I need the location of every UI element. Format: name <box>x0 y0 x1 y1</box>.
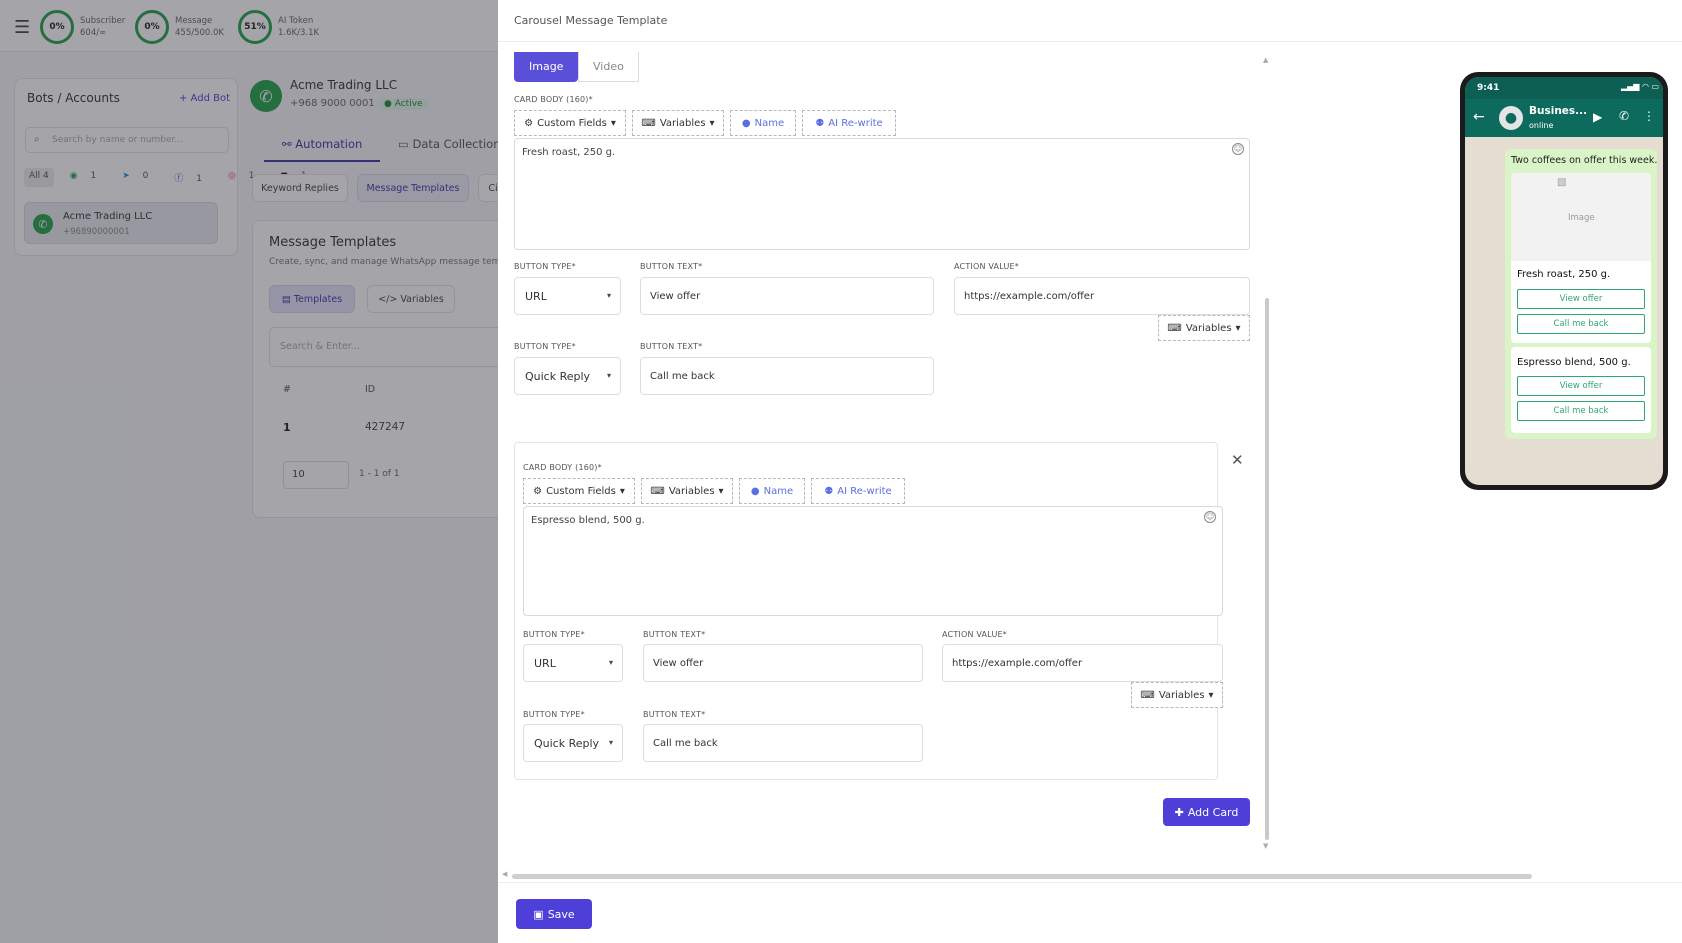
status-time: 9:41 <box>1477 83 1500 93</box>
media-tab-image[interactable]: Image <box>514 52 579 82</box>
gear-icon: ⚙ <box>533 485 543 497</box>
preview-url-button[interactable]: View offer <box>1517 289 1645 309</box>
button-type-select[interactable]: URL ▾ <box>514 277 621 315</box>
button-text-label: BUTTON TEXT* <box>640 262 703 271</box>
image-placeholder: ▧ Image <box>1511 173 1651 261</box>
scroll-left-icon[interactable]: ◀ <box>502 870 507 878</box>
preview-card-title: Fresh roast, 250 g. <box>1517 269 1611 280</box>
keyboard-icon: ⌨ <box>1167 322 1182 334</box>
contact-status: online <box>1529 121 1554 130</box>
save-button[interactable]: ▣ Save <box>516 899 592 929</box>
contact-name: Busines... <box>1529 105 1588 117</box>
caret-down-icon: ▾ <box>608 658 613 667</box>
card-body-textarea[interactable]: Espresso blend, 500 g. <box>523 506 1223 616</box>
caret-down-icon: ▾ <box>608 738 613 747</box>
emoji-icon[interactable]: ☺ <box>1232 143 1244 155</box>
button-type-select[interactable]: Quick Reply ▾ <box>523 724 623 762</box>
card-body-label: CARD BODY (160)* <box>523 463 602 472</box>
action-value-label: ACTION VALUE* <box>942 630 1007 639</box>
phone-screen: 9:41 ▂▄▆ ◠ ▭ ← ● Busines... online ▶ ✆ ⋮… <box>1465 77 1663 485</box>
keyboard-icon: ⌨ <box>641 117 656 129</box>
caret-down-icon: ▾ <box>619 485 625 497</box>
caret-down-icon: ▾ <box>1208 689 1214 701</box>
vertical-scrollbar[interactable] <box>1265 298 1269 840</box>
custom-fields-button[interactable]: ⚙ Custom Fields ▾ <box>523 478 635 504</box>
contact-avatar: ● <box>1499 106 1523 130</box>
button-text-label: BUTTON TEXT* <box>643 630 706 639</box>
keyboard-icon: ⌨ <box>650 485 665 497</box>
gear-icon: ⚙ <box>524 117 534 129</box>
plus-icon: ✚ <box>1174 805 1184 819</box>
button-type-label: BUTTON TYPE* <box>514 262 576 271</box>
button-type-label: BUTTON TYPE* <box>523 710 585 719</box>
variables-button[interactable]: ⌨ Variables ▾ <box>641 478 733 504</box>
name-button[interactable]: ● Name <box>739 478 805 504</box>
name-button[interactable]: ● Name <box>730 110 796 136</box>
robot-icon: ⚉ <box>824 485 834 497</box>
preview-card: ▧ Image Fresh roast, 250 g. View offer C… <box>1511 173 1651 343</box>
user-icon: ● <box>741 117 751 129</box>
preview-url-button[interactable]: View offer <box>1517 376 1645 396</box>
button-type-label: BUTTON TYPE* <box>514 342 576 351</box>
video-call-icon[interactable]: ▶ <box>1593 110 1602 124</box>
carousel-template-modal: Carousel Message Template Image Video CA… <box>498 0 1682 943</box>
button-text-input[interactable]: View offer <box>640 277 934 315</box>
signal-battery-icon: ▂▄▆ ◠ ▭ <box>1621 82 1660 91</box>
action-value-input[interactable]: https://example.com/offer <box>954 277 1250 315</box>
back-arrow-icon[interactable]: ← <box>1473 109 1485 125</box>
status-bar: 9:41 ▂▄▆ ◠ ▭ <box>1465 77 1663 99</box>
preview-quick-reply-button[interactable]: Call me back <box>1517 314 1645 334</box>
emoji-icon[interactable]: ☺ <box>1204 511 1216 523</box>
caret-down-icon: ▾ <box>1235 322 1241 334</box>
preview-quick-reply-button[interactable]: Call me back <box>1517 401 1645 421</box>
media-tab-video[interactable]: Video <box>578 52 639 82</box>
action-value-label: ACTION VALUE* <box>954 262 1019 271</box>
button-type-select[interactable]: URL ▾ <box>523 644 623 682</box>
action-variables-button[interactable]: ⌨ Variables ▾ <box>1158 315 1250 341</box>
ai-rewrite-button[interactable]: ⚉ AI Re-write <box>811 478 905 504</box>
button-type-label: BUTTON TYPE* <box>523 630 585 639</box>
preview-card-title: Espresso blend, 500 g. <box>1517 357 1631 368</box>
phone-preview: 9:41 ▂▄▆ ◠ ▭ ← ● Busines... online ▶ ✆ ⋮… <box>1460 72 1668 490</box>
more-icon[interactable]: ⋮ <box>1643 109 1655 123</box>
button-text-input[interactable]: Call me back <box>643 724 923 762</box>
robot-icon: ⚉ <box>815 117 825 129</box>
phone-icon[interactable]: ✆ <box>1619 109 1629 123</box>
caret-down-icon: ▾ <box>606 291 611 300</box>
scroll-up-icon[interactable]: ▲ <box>1263 56 1268 64</box>
card-body-textarea[interactable]: Fresh roast, 250 g. <box>514 138 1250 250</box>
button-text-label: BUTTON TEXT* <box>643 710 706 719</box>
keyboard-icon: ⌨ <box>1140 689 1155 701</box>
action-variables-button[interactable]: ⌨ Variables ▾ <box>1131 682 1223 708</box>
custom-fields-button[interactable]: ⚙ Custom Fields ▾ <box>514 110 626 136</box>
button-type-select[interactable]: Quick Reply ▾ <box>514 357 621 395</box>
floppy-icon: ▣ <box>533 907 544 921</box>
horizontal-scrollbar[interactable] <box>512 874 1532 879</box>
caret-down-icon: ▾ <box>709 117 715 129</box>
modal-title: Carousel Message Template <box>514 14 668 27</box>
caret-down-icon: ▾ <box>610 117 616 129</box>
image-icon: ▧ <box>1557 177 1567 188</box>
variables-button[interactable]: ⌨ Variables ▾ <box>632 110 724 136</box>
close-icon[interactable]: ✕ <box>1231 451 1244 469</box>
card-body-label: CARD BODY (160)* <box>514 95 593 104</box>
message-text: Two coffees on offer this week. <box>1511 155 1658 166</box>
button-text-label: BUTTON TEXT* <box>640 342 703 351</box>
user-icon: ● <box>750 485 760 497</box>
chat-header: ← ● Busines... online ▶ ✆ ⋮ <box>1465 99 1663 137</box>
preview-card: Espresso blend, 500 g. View offer Call m… <box>1511 347 1651 433</box>
modal-footer: ▣ Save <box>498 882 1682 943</box>
button-text-input[interactable]: Call me back <box>640 357 934 395</box>
add-card-button[interactable]: ✚ Add Card <box>1163 798 1250 826</box>
message-bubble: Two coffees on offer this week. ▧ Image … <box>1505 149 1657 439</box>
button-text-input[interactable]: View offer <box>643 644 923 682</box>
scroll-down-icon[interactable]: ▼ <box>1263 842 1268 850</box>
caret-down-icon: ▾ <box>606 371 611 380</box>
caret-down-icon: ▾ <box>718 485 724 497</box>
modal-header: Carousel Message Template <box>498 0 1682 42</box>
ai-rewrite-button[interactable]: ⚉ AI Re-write <box>802 110 896 136</box>
action-value-input[interactable]: https://example.com/offer <box>942 644 1223 682</box>
